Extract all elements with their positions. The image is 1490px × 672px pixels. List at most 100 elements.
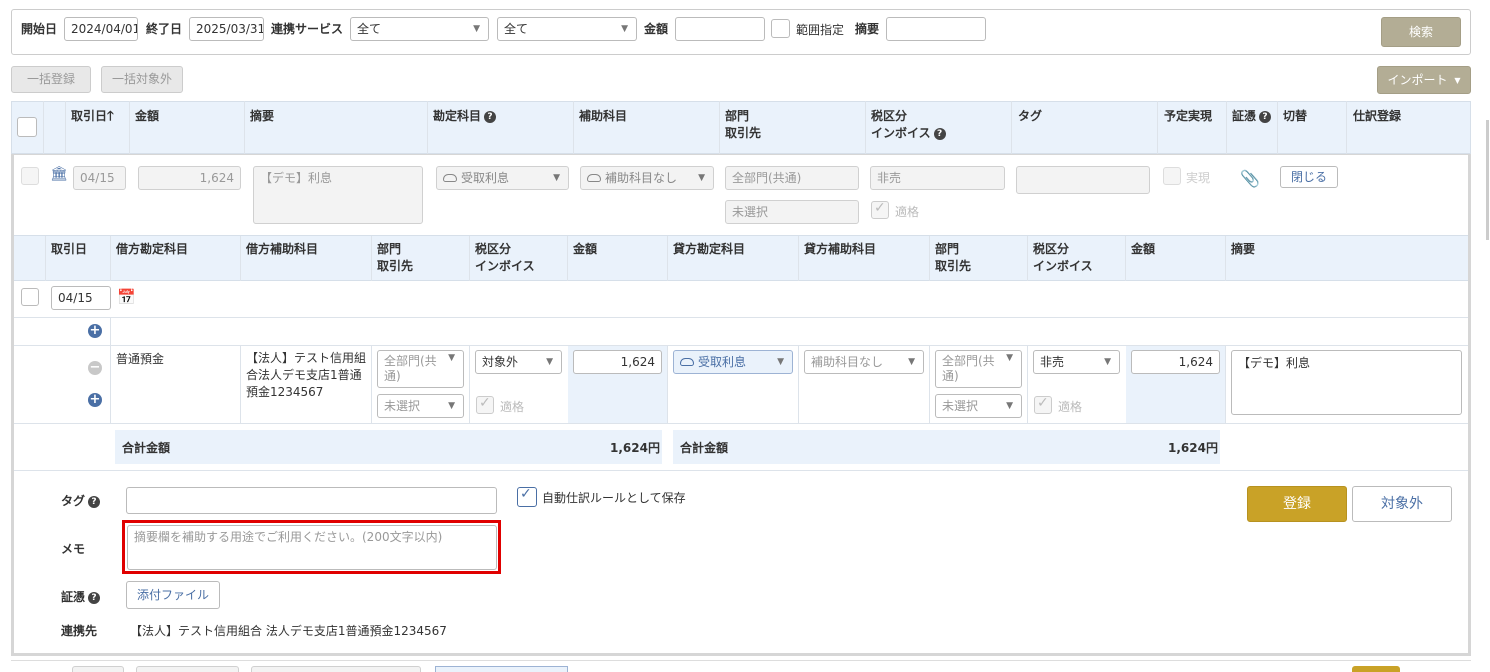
search-button[interactable]: 検索 [1381, 17, 1461, 47]
credit-tax-select[interactable]: 非売 [1033, 350, 1120, 374]
bulk-exclude-button[interactable]: 一括対象外 [101, 66, 183, 93]
summary-filter-input[interactable] [886, 17, 986, 41]
help-icon[interactable]: ? [88, 496, 101, 508]
credit-partner-select[interactable]: 未選択 [935, 394, 1022, 418]
select-all-checkbox[interactable] [17, 117, 37, 137]
detail-header-debit-sub: 借方補助科目 [246, 242, 319, 256]
debit-invoice-label: 適格 [500, 400, 525, 414]
amount-label: 金額 [644, 22, 669, 36]
range-checkbox[interactable] [771, 19, 790, 38]
row-partner[interactable]: 未選択 [725, 200, 859, 224]
cloud-icon [443, 174, 457, 182]
next-row-date [72, 666, 124, 672]
caret-down-icon: ▼ [1454, 76, 1461, 85]
service-select[interactable]: 全て [350, 17, 489, 41]
close-button[interactable]: 閉じる [1280, 166, 1338, 188]
detail-header-summary: 摘要 [1231, 242, 1256, 256]
debit-total-value: 1,624円 [610, 441, 660, 455]
debit-sub-account[interactable]: 【法人】テスト信用組合法人デモ支店1普通預金1234567 [246, 350, 368, 401]
help-icon[interactable]: ? [88, 592, 101, 604]
row-account-select[interactable]: 受取利息 [436, 166, 569, 190]
service-sub-select[interactable]: 全て [497, 17, 637, 41]
credit-total-box [673, 430, 1220, 464]
header-sub-account: 補助科目 [579, 109, 628, 123]
row-amount[interactable]: 1,624 [138, 166, 241, 190]
credit-sub-account-select[interactable]: 補助科目なし [804, 350, 924, 374]
debit-dept-select[interactable]: 全部門(共通) [377, 350, 464, 388]
debit-partner-select[interactable]: 未選択 [377, 394, 464, 418]
debit-total-box [115, 430, 662, 464]
row-summary[interactable]: 【デモ】利息 [253, 166, 423, 224]
debit-tax-select[interactable]: 対象外 [475, 350, 562, 374]
next-row-account [435, 666, 568, 672]
detail-row-checkbox[interactable] [21, 288, 39, 306]
exclude-button[interactable]: 対象外 [1352, 486, 1452, 522]
debit-invoice-checkbox[interactable] [476, 395, 494, 414]
calendar-icon[interactable]: 📅 [117, 288, 136, 306]
end-date-input[interactable]: 2025/03/31 [189, 17, 264, 41]
paperclip-icon[interactable]: 📎 [1240, 169, 1260, 188]
help-icon[interactable]: ? [933, 128, 946, 140]
amount-input[interactable] [675, 17, 765, 41]
scrollbar-thumb[interactable] [1486, 120, 1489, 240]
register-button[interactable]: 登録 [1247, 486, 1347, 522]
row-sub-account-select[interactable]: 補助科目なし [580, 166, 714, 190]
credit-amount-input[interactable]: 1,624 [1131, 350, 1220, 374]
add-row-icon[interactable]: + [88, 324, 102, 338]
header-amount: 金額 [135, 109, 160, 123]
header-tax-invoice: 税区分 インボイス? [871, 108, 946, 142]
tag-input[interactable] [126, 487, 497, 514]
attach-file-button[interactable]: 添付ファイル [126, 581, 220, 609]
end-date-label: 終了日 [146, 22, 183, 36]
credit-invoice-checkbox[interactable] [1034, 395, 1052, 414]
memo-input[interactable]: 摘要欄を補助する用途でご利用ください。(200文字以内) [127, 525, 497, 570]
header-date[interactable]: 取引日🡑 [71, 108, 114, 125]
row-invoice-checkbox[interactable] [871, 200, 889, 219]
detail-header-date: 取引日 [51, 242, 88, 256]
credit-account-select[interactable]: 受取利息 [673, 350, 793, 374]
row-tax[interactable]: 非売 [870, 166, 1005, 190]
debit-amount-input[interactable]: 1,624 [573, 350, 662, 374]
memo-label: メモ [61, 542, 86, 556]
row-checkbox[interactable] [21, 167, 39, 185]
row-tag[interactable] [1016, 166, 1150, 194]
start-date-label: 開始日 [21, 22, 58, 36]
header-switch: 切替 [1283, 109, 1308, 123]
bulk-register-button[interactable]: 一括登録 [11, 66, 91, 93]
summary-filter-label: 摘要 [855, 22, 880, 36]
auto-rule-checkbox[interactable] [517, 486, 537, 507]
bank-icon: 🏛 [50, 166, 68, 182]
plan-label: 実現 [1186, 171, 1211, 185]
next-row-amount [136, 666, 239, 672]
link-value: 【法人】テスト信用組合 法人デモ支店1普通預金1234567 [130, 624, 447, 638]
header-plan: 予定実現 [1164, 109, 1213, 123]
detail-date-input[interactable]: 04/15 [51, 286, 111, 310]
row-date[interactable]: 04/15 [73, 166, 126, 190]
detail-header-dept-partner: 部門 取引先 [377, 242, 414, 273]
header-journal: 仕訳登録 [1353, 109, 1402, 123]
next-row-register [1352, 666, 1400, 672]
next-row-summary [251, 666, 421, 672]
row-invoice-label: 適格 [895, 205, 920, 219]
debit-account[interactable]: 普通預金 [116, 350, 164, 367]
header-tag: タグ [1018, 109, 1043, 123]
remove-row-icon[interactable]: − [88, 361, 102, 375]
start-date-input[interactable]: 2024/04/01 [64, 17, 138, 41]
range-label: 範囲指定 [796, 23, 845, 37]
header-summary: 摘要 [250, 109, 275, 123]
detail-header-amount2: 金額 [1131, 242, 1156, 256]
header-evidence: 証憑? [1232, 108, 1272, 125]
add-row-icon[interactable]: + [88, 393, 102, 407]
import-button[interactable]: インポート ▼ [1377, 66, 1471, 94]
row-dept[interactable]: 全部門(共通) [725, 166, 859, 190]
detail-summary-input[interactable]: 【デモ】利息 [1231, 350, 1462, 415]
credit-dept-select[interactable]: 全部門(共通) [935, 350, 1022, 388]
service-label: 連携サービス [271, 22, 344, 36]
link-label: 連携先 [61, 624, 98, 638]
plan-checkbox[interactable] [1163, 167, 1181, 185]
help-icon[interactable]: ? [1259, 111, 1272, 123]
help-icon[interactable]: ? [484, 111, 497, 123]
debit-total-label: 合計金額 [122, 441, 171, 455]
header-account: 勘定科目? [433, 108, 497, 125]
detail-header-credit-sub: 貸方補助科目 [804, 242, 877, 256]
